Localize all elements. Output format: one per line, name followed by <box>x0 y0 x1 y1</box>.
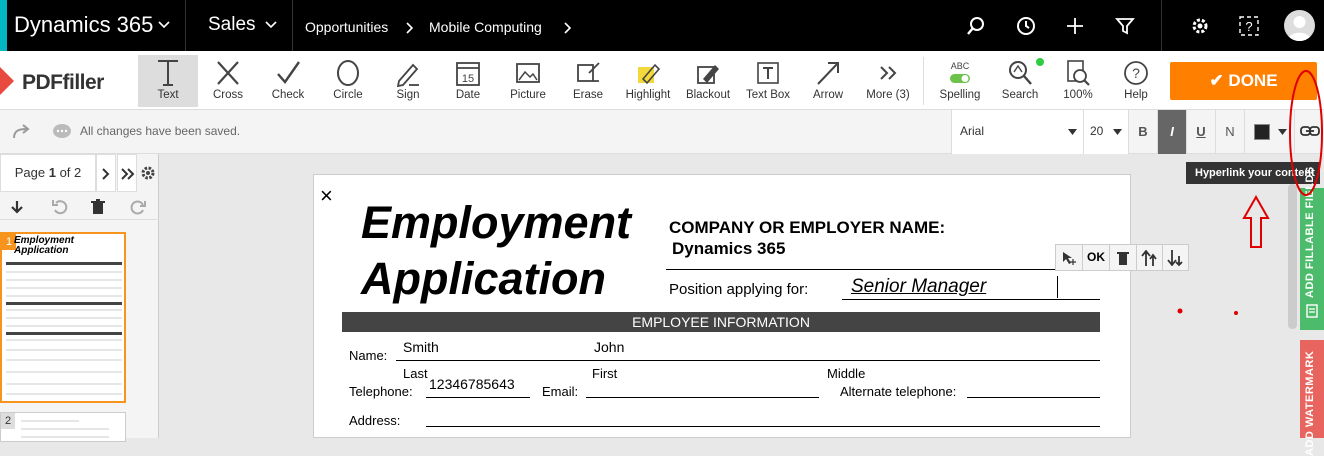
annotation-dot <box>1177 308 1183 314</box>
annotation-dot <box>1234 311 1238 315</box>
highlight-ellipse <box>1289 70 1323 196</box>
annotation-arrow-icon <box>1242 194 1270 248</box>
red-annotation-overlay <box>1177 70 1323 315</box>
